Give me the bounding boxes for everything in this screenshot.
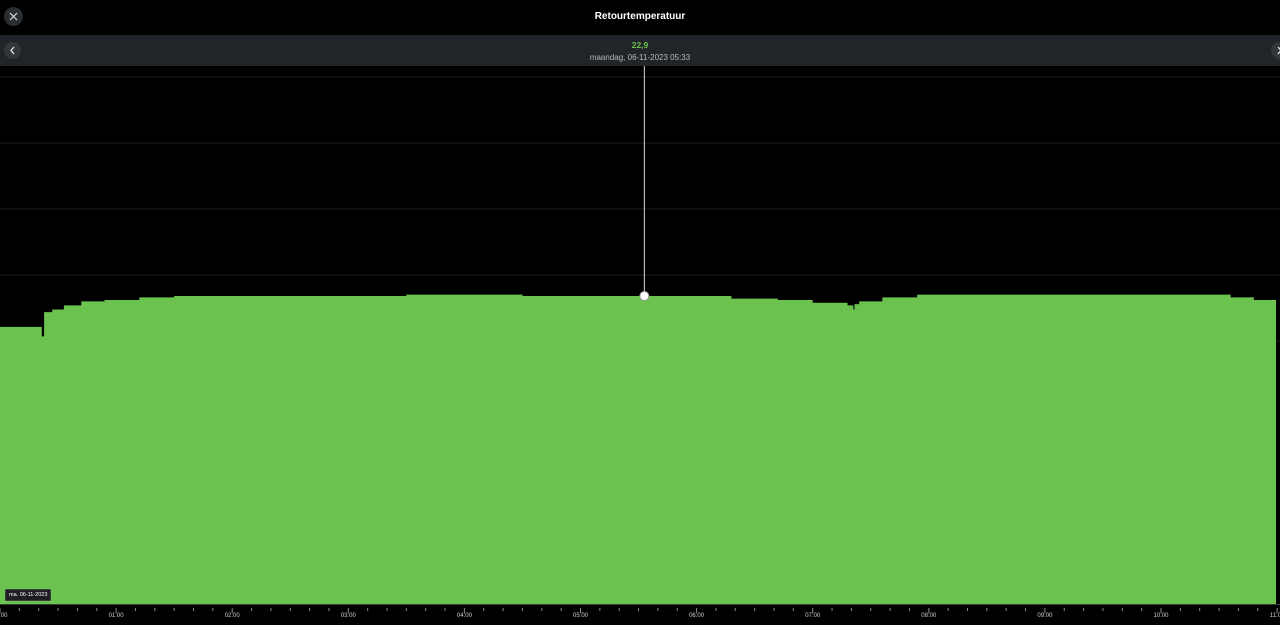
selection-info-bar: 22,9 maandag, 06-11-2023 05:33 — [0, 35, 1280, 66]
cursor-point — [639, 290, 650, 301]
x-tick-label: 05:00 — [573, 613, 589, 619]
page-title: Retourtemperatuur — [594, 11, 686, 22]
x-tick-label: 00:00 — [0, 613, 8, 619]
x-tick-label: 04:00 — [457, 613, 473, 619]
selected-value: 22,9 — [631, 40, 649, 50]
temperature-chart[interactable]: 00:00 01:00 02:00 03:00 04:00 05:00 06:00 07:00… — [0, 66, 1280, 625]
x-tick-label: 02:00 — [225, 613, 241, 619]
app-root: Retourtemperatuur 22,9 maandag, 06-11-20… — [0, 0, 1280, 625]
x-tick-label: 09:00 — [1037, 613, 1053, 619]
series-area — [0, 294, 1276, 604]
x-tick-label: 10:00 — [1153, 613, 1169, 619]
x-tick-label: 07:00 — [805, 613, 821, 619]
x-tick-label: 01:00 — [109, 613, 125, 619]
date-badge: ma. 06-11-2023 — [5, 589, 52, 601]
chevron-right-icon — [1277, 46, 1280, 55]
x-tick-label: 06:00 — [689, 613, 705, 619]
chart-area[interactable]: 00:00 01:00 02:00 03:00 04:00 05:00 06:00 07:00… — [0, 66, 1280, 625]
x-tick-label: 08:00 — [921, 613, 937, 619]
x-tick-label: 03:00 — [341, 613, 357, 619]
top-bar: Retourtemperatuur — [0, 0, 1280, 34]
selected-datetime: maandag, 06-11-2023 05:33 — [589, 53, 691, 62]
x-tick-label: 11:00 — [1270, 613, 1280, 619]
